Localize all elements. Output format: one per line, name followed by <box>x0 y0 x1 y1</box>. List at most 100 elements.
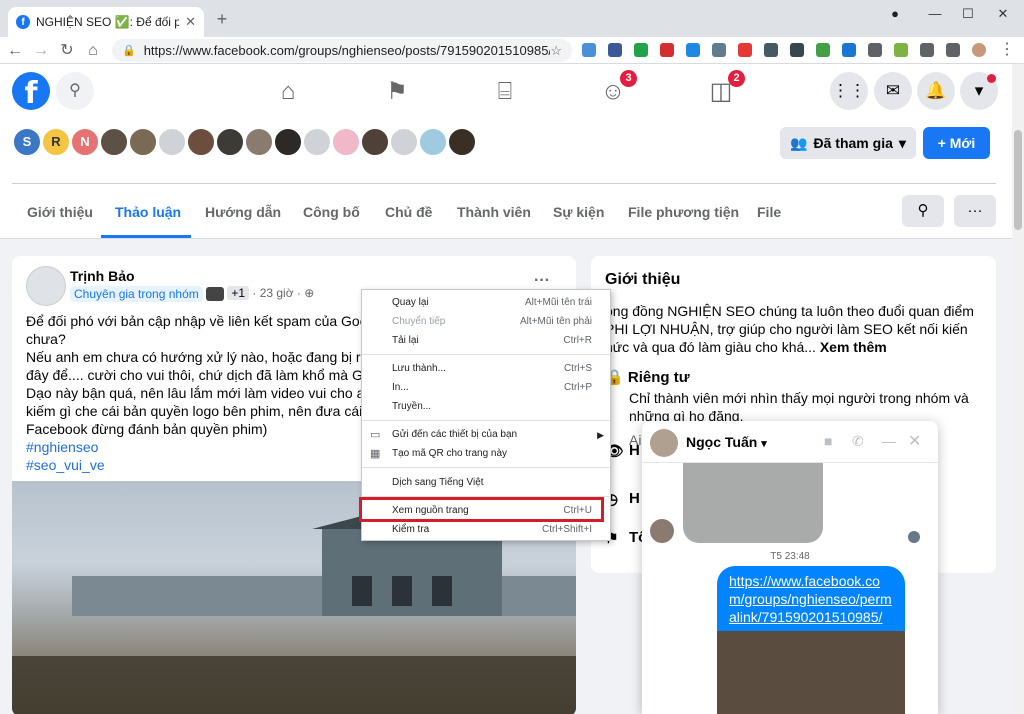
member-avatar[interactable] <box>99 127 129 157</box>
menu-label: Chuyển tiếp <box>392 316 446 327</box>
notifications-bell-icon[interactable]: 🔔 <box>917 72 955 110</box>
menu-item-save[interactable]: Lưu thành... Ctrl+S <box>362 360 610 378</box>
member-avatar[interactable] <box>389 127 419 157</box>
chrome-menu-icon[interactable]: ⋮ <box>996 39 1018 61</box>
menu-item-qr-code[interactable]: ▦ Tạo mã QR cho trang này <box>362 445 610 463</box>
address-bar[interactable]: 🔒 https://www.facebook.com/groups/nghien… <box>112 39 572 62</box>
minimize-chat-icon[interactable]: — <box>882 433 896 449</box>
menu-item-print[interactable]: In... Ctrl+P <box>362 379 610 397</box>
menu-item-translate[interactable]: Dịch sang Tiếng Việt <box>362 474 610 492</box>
scrollbar-thumb[interactable] <box>1014 130 1022 230</box>
avatar[interactable] <box>972 43 986 57</box>
extension-icon[interactable] <box>712 43 726 57</box>
puzzle-extensions-icon[interactable] <box>920 43 934 57</box>
marketplace-icon[interactable]: ⌸ <box>489 76 521 108</box>
extension-icon[interactable] <box>686 43 700 57</box>
account-chevron-icon[interactable]: ▾ <box>960 72 998 110</box>
reading-list-icon[interactable] <box>946 43 960 57</box>
chat-link-preview[interactable] <box>717 631 905 714</box>
chat-contact-name[interactable]: Ngọc Tuấn ▾ <box>686 434 767 450</box>
post-author[interactable]: Trịnh Bảo <box>70 268 135 284</box>
extension-icon[interactable] <box>868 43 882 57</box>
about-title: Giới thiệu <box>605 271 681 288</box>
maximize-button[interactable]: ☐ <box>953 4 983 24</box>
minimize-button[interactable]: — <box>920 4 950 24</box>
chat-header[interactable]: Ngọc Tuấn ▾ ■ ✆ — ✕ <box>642 421 938 463</box>
home-icon[interactable]: ⌂ <box>272 76 304 108</box>
extension-icon[interactable] <box>816 43 830 57</box>
member-avatar[interactable] <box>360 127 390 157</box>
search-icon[interactable]: ⚲ <box>56 72 94 110</box>
home-icon[interactable]: ⌂ <box>82 40 104 62</box>
tab-topics[interactable]: Chủ đề <box>385 204 432 220</box>
browser-tab[interactable]: f NGHIỆN SEO ✅: Để đối phó với ✕ <box>8 7 204 37</box>
tab-files[interactable]: File <box>757 204 781 220</box>
function-icon[interactable] <box>790 43 804 57</box>
member-avatar[interactable] <box>128 127 158 157</box>
menu-grid-icon[interactable]: ⋮⋮ <box>830 72 868 110</box>
member-avatar[interactable] <box>186 127 216 157</box>
tab-announcements[interactable]: Công bố <box>303 204 360 220</box>
profile-icon[interactable]: ● <box>880 4 910 24</box>
expert-badge[interactable]: Chuyên gia trong nhóm <box>70 286 203 302</box>
extension-icon[interactable] <box>634 43 648 57</box>
close-tab-icon[interactable]: ✕ <box>185 14 196 30</box>
extension-icon[interactable] <box>738 43 752 57</box>
tab-media[interactable]: File phương tiện <box>628 204 739 220</box>
close-chat-icon[interactable]: ✕ <box>908 431 921 451</box>
member-avatar[interactable]: N <box>70 127 100 157</box>
tab-guides[interactable]: Hướng dẫn <box>205 204 281 220</box>
pages-flag-icon[interactable]: ⚑ <box>381 76 413 108</box>
facebook-logo-icon[interactable]: f <box>12 72 50 111</box>
video-call-icon[interactable]: ■ <box>824 433 832 449</box>
tab-about[interactable]: Giới thiệu <box>27 204 93 220</box>
chat-image-message[interactable] <box>683 463 823 543</box>
tab-discussion[interactable]: Thảo luận <box>115 204 181 220</box>
member-avatar[interactable] <box>447 127 477 157</box>
back-arrow-icon[interactable]: ← <box>4 40 26 62</box>
reload-icon[interactable]: ↻ <box>56 40 78 62</box>
avatar[interactable] <box>26 266 66 306</box>
member-avatar[interactable] <box>331 127 361 157</box>
menu-item-inspect[interactable]: Kiểm tra Ctrl+Shift+I <box>362 521 610 539</box>
extra-badges[interactable]: +1 <box>227 286 250 300</box>
groups-icon[interactable]: ☺ 3 <box>597 70 637 108</box>
member-avatar[interactable] <box>157 127 187 157</box>
member-avatar[interactable]: R <box>41 127 71 157</box>
post-time[interactable]: · 23 giờ · <box>252 286 301 300</box>
new-button[interactable]: + Mới <box>923 127 990 159</box>
extension-icon[interactable] <box>764 43 778 57</box>
menu-item-back[interactable]: Quay lại Alt+Mũi tên trái <box>362 294 610 312</box>
menu-item-send-to-devices[interactable]: ▭ Gửi đến các thiết bị của bạn ▶ <box>362 426 610 444</box>
forward-arrow-icon[interactable]: → <box>30 40 52 62</box>
messenger-icon[interactable]: ✉ <box>874 72 912 110</box>
chat-link[interactable]: https://www.facebook.com/groups/nghiense… <box>729 573 892 625</box>
bookmark-star-icon[interactable]: ☆ <box>550 43 562 59</box>
see-more-link[interactable]: Xem thêm <box>820 339 887 355</box>
more-options-button[interactable]: ··· <box>954 195 996 227</box>
tab-members[interactable]: Thành viên <box>457 204 531 220</box>
close-window-button[interactable]: ✕ <box>988 4 1018 24</box>
menu-item-forward[interactable]: Chuyển tiếp Alt+Mũi tên phải <box>362 313 610 331</box>
gaming-icon[interactable]: ◫ 2 <box>705 70 745 108</box>
extension-icon[interactable] <box>894 43 908 57</box>
post-options-icon[interactable]: ··· <box>534 272 550 290</box>
extension-icon[interactable] <box>608 43 622 57</box>
menu-item-cast[interactable]: Truyền... <box>362 398 610 416</box>
member-avatar[interactable] <box>244 127 274 157</box>
tab-events[interactable]: Sự kiện <box>553 204 604 220</box>
adblock-icon[interactable] <box>660 43 674 57</box>
menu-item-reload[interactable]: Tải lại Ctrl+R <box>362 332 610 350</box>
group-search-button[interactable]: ⚲ <box>902 195 944 227</box>
extension-icon[interactable] <box>582 43 596 57</box>
member-avatar[interactable] <box>215 127 245 157</box>
phone-icon[interactable]: ✆ <box>852 433 864 450</box>
member-avatar[interactable] <box>273 127 303 157</box>
member-avatar[interactable] <box>418 127 448 157</box>
joined-button[interactable]: 👥 Đã tham gia ▾ <box>780 127 916 159</box>
avatar[interactable] <box>650 429 678 457</box>
new-tab-button[interactable]: + <box>212 9 232 29</box>
extension-icon[interactable] <box>842 43 856 57</box>
member-avatar[interactable]: S <box>12 127 42 157</box>
member-avatar[interactable] <box>302 127 332 157</box>
